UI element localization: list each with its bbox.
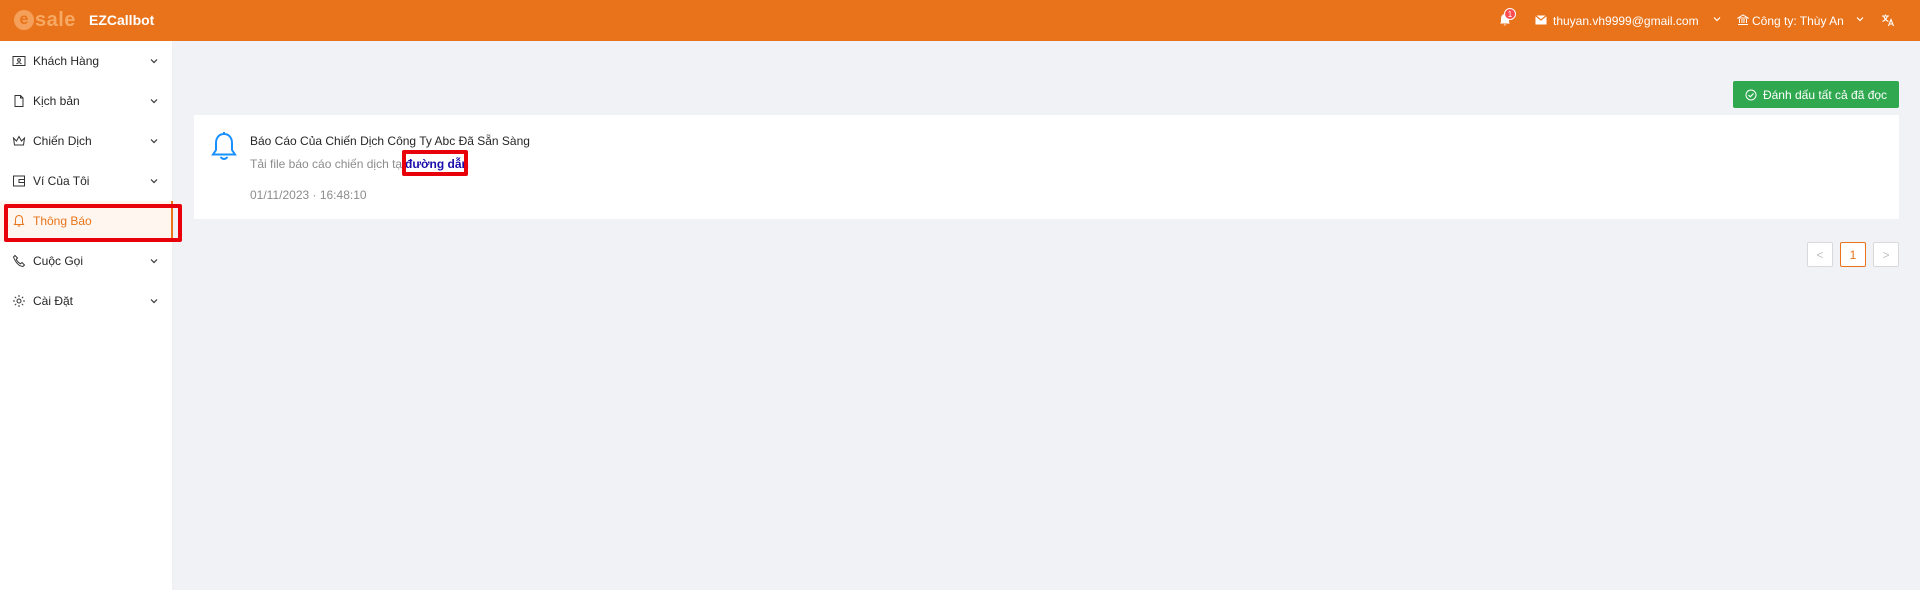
app-name: EZCallbot: [89, 12, 155, 28]
sidebar-item-label: Thông Báo: [33, 214, 92, 228]
sidebar-item-label: Kịch bản: [33, 94, 80, 108]
pagination-page-1[interactable]: 1: [1840, 242, 1866, 267]
pagination-prev-button[interactable]: <: [1807, 242, 1833, 267]
translate-icon[interactable]: [1881, 13, 1895, 27]
chevron-down-icon: [150, 179, 158, 184]
notification-timestamp: 01/11/2023 · 16:48:10: [250, 188, 367, 202]
sidebar-item-campaigns[interactable]: Chiến Dịch: [0, 121, 173, 161]
sidebar-item-label: Cuộc Gọi: [33, 254, 84, 268]
chevron-down-icon: [150, 259, 158, 264]
wallet-icon: [13, 175, 25, 187]
active-indicator: [171, 201, 173, 241]
logo[interactable]: e sale: [14, 8, 76, 32]
sidebar-item-label: Cài Đặt: [33, 294, 74, 308]
mark-all-read-label: Đánh dấu tất cả đã đọc: [1762, 87, 1888, 102]
user-email[interactable]: thuyan.vh9999@gmail.com: [1553, 14, 1699, 28]
chevron-down-icon[interactable]: [1712, 14, 1722, 24]
bank-icon: [1737, 14, 1749, 25]
sidebar-item-label: Ví Của Tôi: [33, 174, 90, 188]
logo-mark: e: [14, 10, 34, 30]
bell-icon: [211, 132, 237, 160]
crown-icon: [12, 135, 26, 146]
file-icon: [14, 95, 24, 107]
sidebar-item-customers[interactable]: Khách Hàng: [0, 41, 173, 81]
chevron-down-icon: [150, 299, 158, 304]
phone-icon: [12, 254, 26, 268]
chevron-down-icon: [150, 139, 158, 144]
notification-title: Báo Cáo Của Chiến Dịch Công Ty Abc Đã Sẵ…: [250, 134, 530, 148]
pagination-next-button[interactable]: >: [1873, 242, 1899, 267]
notification-description: Tải file báo cáo chiến dịch tại: [250, 157, 405, 171]
mail-icon: [1535, 15, 1547, 25]
contact-card-icon: [12, 56, 26, 66]
sidebar-item-notifications[interactable]: Thông Báo: [0, 201, 173, 241]
sidebar-item-label: Chiến Dịch: [33, 134, 92, 148]
chevron-down-icon: [150, 59, 158, 64]
sidebar-item-label: Khách Hàng: [33, 54, 100, 68]
gear-icon: [13, 295, 25, 307]
sidebar-item-wallet[interactable]: Ví Của Tôi: [0, 161, 173, 201]
bell-icon: [13, 214, 25, 227]
sidebar-item-scripts[interactable]: Kịch bản: [0, 81, 173, 121]
notification-card[interactable]: Báo Cáo Của Chiến Dịch Công Ty Abc Đã Sẵ…: [194, 115, 1899, 219]
mark-all-read-button[interactable]: Đánh dấu tất cả đã đọc: [1733, 81, 1899, 108]
sidebar-item-calls[interactable]: Cuộc Gọi: [0, 241, 173, 281]
company-name[interactable]: Công ty: Thùy An: [1752, 14, 1844, 28]
logo-text: sale: [35, 8, 76, 31]
check-circle-icon: [1745, 89, 1757, 100]
chevron-down-icon: [150, 99, 158, 104]
company-chevron-down-icon[interactable]: [1855, 14, 1865, 24]
sidebar: Khách Hàng Kịch bản Chiến Dịch Ví Của Tô…: [0, 41, 173, 590]
sidebar-item-settings[interactable]: Cài Đặt: [0, 281, 173, 321]
download-link[interactable]: đường dẫn: [405, 157, 469, 171]
top-header: e sale EZCallbot 1 thuyan.vh9999@gmail.c…: [0, 0, 1920, 41]
notification-badge: 1: [1504, 8, 1516, 20]
